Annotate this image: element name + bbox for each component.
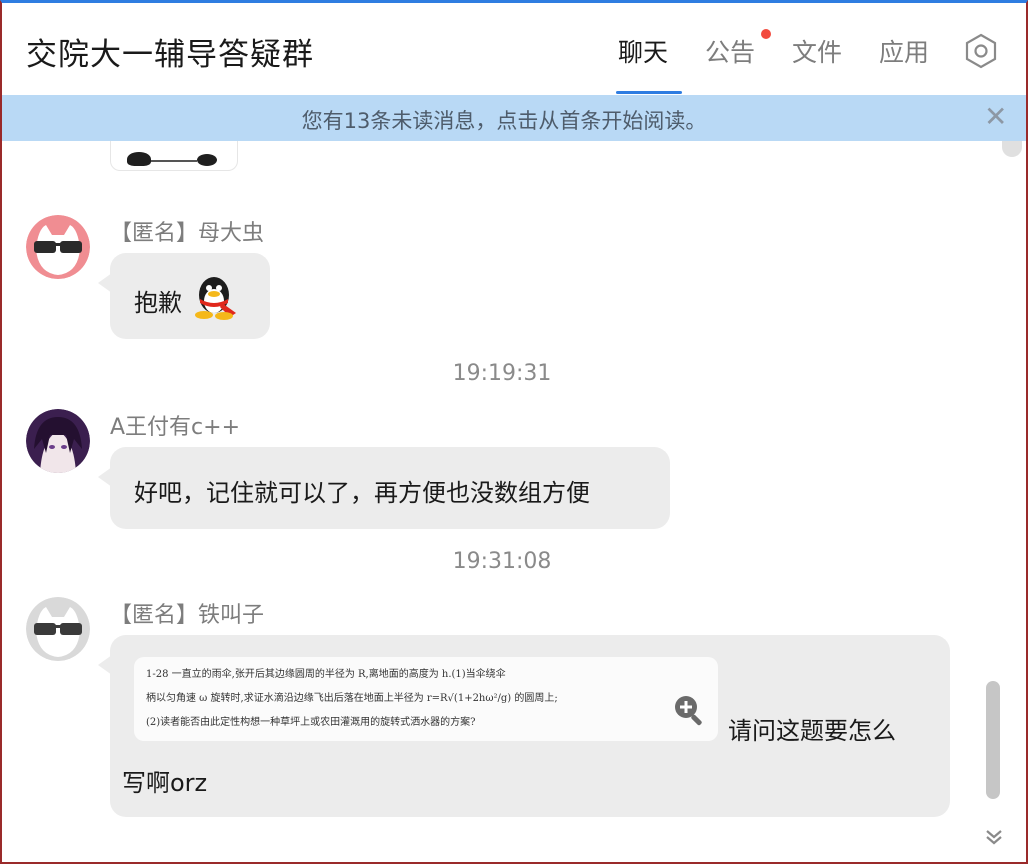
qq-penguin-emoji: [192, 273, 242, 327]
message-bubble[interactable]: 好吧，记住就可以了，再方便也没数组方便: [110, 447, 670, 529]
message-image[interactable]: 1-28 一直立的雨伞,张开后其边缘圆周的半径为 R,离地面的高度为 h.(1)…: [134, 657, 718, 741]
timestamp: 19:19:31: [452, 361, 552, 386]
notice-badge-dot: [761, 29, 771, 39]
message-text: 请问这题要怎么: [728, 717, 896, 745]
message-text: 好吧，记住就可以了，再方便也没数组方便: [134, 479, 590, 507]
previous-sticker-image[interactable]: [110, 141, 238, 171]
sticker-shape: [197, 154, 217, 166]
unread-messages-bar[interactable]: 您有13条未读消息，点击从首条开始阅读。 ✕: [2, 95, 1026, 141]
scrollbar-thumb[interactable]: [986, 681, 1000, 799]
avatar[interactable]: [26, 215, 90, 279]
timestamp: 19:31:08: [452, 549, 552, 574]
sender-name[interactable]: A王付有c++: [110, 409, 240, 441]
sender-name[interactable]: 【匿名】母大虫: [110, 215, 264, 247]
zoom-in-icon[interactable]: [672, 693, 706, 727]
sticker-shape: [127, 152, 151, 166]
message-list: 【匿名】母大虫 抱歉 19:19:31 A王付有c++ 好吧，记住就可以了，再方…: [2, 141, 1026, 853]
image-text-line: 1-28 一直立的雨伞,张开后其边缘圆周的半径为 R,离地面的高度为 h.(1)…: [146, 669, 506, 680]
scroll-to-bottom-icon[interactable]: [982, 825, 1006, 849]
tab-chat[interactable]: 聊天: [618, 33, 668, 69]
sticker-shape: [151, 160, 197, 162]
message-bubble[interactable]: 抱歉: [110, 253, 270, 339]
group-title: 交院大一辅导答疑群: [26, 37, 314, 73]
message-text: 抱歉: [134, 289, 182, 317]
header: 交院大一辅导答疑群 聊天 公告 文件 应用: [2, 3, 1026, 95]
message-text: 写啊orz: [122, 769, 208, 797]
tab-notice[interactable]: 公告: [705, 33, 755, 69]
image-text-line: 柄以匀角速 ω 旋转时,求证水滴沿边缘飞出后落在地面上半径为 r=R√(1+2h…: [146, 693, 558, 704]
image-text-line: (2)读者能否由此定性构想一种草坪上或农田灌溉用的旋转式洒水器的方案?: [146, 717, 476, 728]
close-icon[interactable]: ✕: [984, 101, 1007, 133]
unread-messages-text: 您有13条未读消息，点击从首条开始阅读。: [301, 109, 707, 133]
avatar[interactable]: [26, 409, 90, 473]
hexagon-gear-icon[interactable]: [964, 33, 998, 69]
tab-files[interactable]: 文件: [792, 33, 842, 69]
avatar[interactable]: [26, 597, 90, 661]
chat-window: 交院大一辅导答疑群 聊天 公告 文件 应用 您有13条未读消息，点击从首条开始阅…: [0, 0, 1028, 864]
tab-apps[interactable]: 应用: [879, 33, 929, 69]
message-bubble[interactable]: 1-28 一直立的雨伞,张开后其边缘圆周的半径为 R,离地面的高度为 h.(1)…: [110, 635, 950, 817]
sender-name[interactable]: 【匿名】铁叫子: [110, 597, 264, 629]
active-tab-underline: [616, 91, 682, 94]
image-text-block: 1-28 一直立的雨伞,张开后其边缘圆周的半径为 R,离地面的高度为 h.(1)…: [146, 663, 672, 735]
